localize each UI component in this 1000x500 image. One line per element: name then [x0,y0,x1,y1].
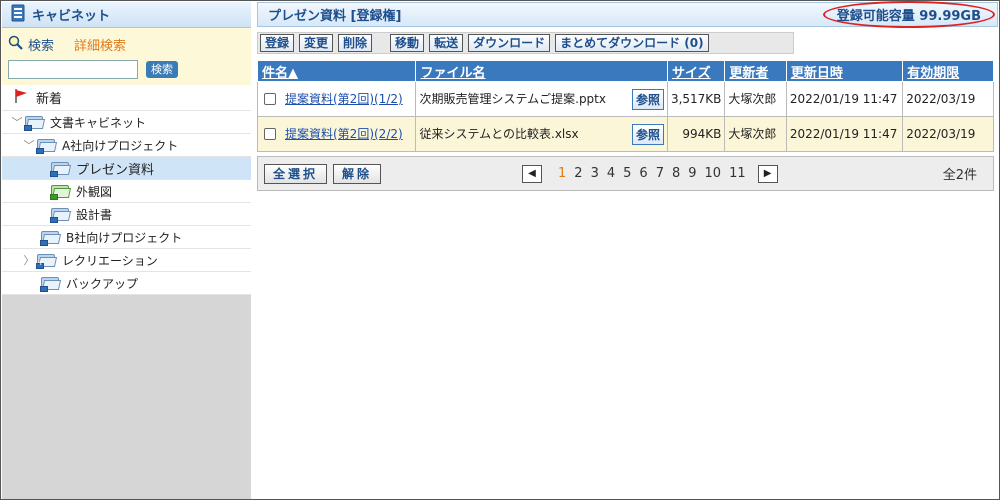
subject-link[interactable]: 提案資料(第2回)(1/2) [285,92,403,106]
folder-icon [50,182,72,200]
next-page-icon[interactable]: ▶ [757,164,778,183]
expiry-date: 2022/03/19 [902,81,994,117]
col-filename[interactable]: ファイル名 [415,60,668,82]
chevron-right-icon[interactable]: 〉 [22,252,36,268]
tree-item-label: B社向けプロジェクト [66,230,183,245]
page-link[interactable]: 8 [672,166,680,181]
row-checkbox[interactable] [264,128,276,140]
table-header-row: 件名▲ ファイル名 サイズ 更新者 更新日時 有効期限 [256,60,994,82]
file-name: 従来システムとの比較表.xlsx [419,127,579,141]
page-link[interactable]: 11 [729,166,746,181]
file-size: 994KB [666,116,726,152]
col-size[interactable]: サイズ [666,60,726,82]
col-expiry[interactable]: 有効期限 [902,60,994,82]
page-link[interactable]: 5 [623,166,631,181]
page-link[interactable]: 2 [574,166,582,181]
page-link[interactable]: 6 [639,166,647,181]
page-link[interactable]: 10 [705,166,722,181]
pager: 全選択 解除 ◀ 1 2 3 4 5 6 7 8 9 10 11 ▶ 全2件 [257,156,994,191]
folder-icon [50,205,72,223]
file-name: 次期販売管理システムご提案.pptx [419,92,606,106]
tree-item-backup[interactable]: バックアップ [2,272,251,295]
tree-item-presentation[interactable]: プレゼン資料 [2,157,251,180]
page-link[interactable]: 9 [688,166,696,181]
download-button[interactable]: ダウンロード [468,34,551,52]
window: キャビネット 検索 詳細検索 検索 新着 ﹀ 文書キャビネット ﹀ A社向けプロ… [0,0,1000,500]
bulk-download-button[interactable]: まとめてダウンロード (0) [555,34,709,52]
updated-at: 2022/01/19 11:47 [785,81,904,117]
col-subject[interactable]: 件名▲ [256,60,417,82]
cabinet-title: キャビネット [32,9,111,24]
folder-icon [50,159,72,177]
cabinet-icon [10,4,26,25]
cabinet-header: キャビネット [2,2,251,28]
select-all-button[interactable]: 全選択 [264,163,328,184]
register-button[interactable]: 登録 [260,34,295,52]
search-area: 検索 詳細検索 検索 [2,28,251,85]
folder-icon [40,228,62,246]
chevron-down-icon[interactable]: ﹀ [10,114,24,130]
table-row: 提案資料(第2回)(2/2) 従来システムとの比較表.xlsx 参照 994KB… [256,116,994,152]
search-button[interactable]: 検索 [146,61,178,78]
tree-item-label: 文書キャビネット [50,115,147,130]
flag-icon [14,88,28,107]
row-checkbox[interactable] [264,93,276,105]
col-updater[interactable]: 更新者 [724,60,787,82]
tree-item-recreation[interactable]: 〉 レクリエーション [2,249,251,272]
prev-page-icon[interactable]: ◀ [522,164,542,183]
toolbar: 登録 変更 削除 移動 転送 ダウンロード まとめてダウンロード (0) [257,32,794,54]
updated-at: 2022/01/19 11:47 [785,116,904,152]
capacity-label: 登録可能容量 99.99GB [822,1,995,28]
tree-item-label: 設計書 [76,207,113,222]
file-size: 3,517KB [666,81,726,117]
view-button[interactable]: 参照 [631,123,664,145]
subject-link[interactable]: 提案資料(第2回)(2/2) [285,127,403,141]
tree-item-b-project[interactable]: B社向けプロジェクト [2,226,251,249]
main-panel: プレゼン資料 [登録権] 登録可能容量 99.99GB 登録 変更 削除 移動 … [256,1,998,191]
updater: 大塚次郎 [724,116,787,152]
tree-item-exterior[interactable]: 外観図 [2,180,251,203]
sidebar: キャビネット 検索 詳細検索 検索 新着 ﹀ 文書キャビネット ﹀ A社向けプロ… [2,2,251,499]
folder-icon [24,113,46,131]
col-updated[interactable]: 更新日時 [785,60,904,82]
folder-icon [40,274,62,292]
total-count: 全2件 [942,168,977,183]
tree-item-design[interactable]: 設計書 [2,203,251,226]
advanced-search-link[interactable]: 詳細検索 [74,35,126,54]
transfer-button[interactable]: 転送 [429,34,464,52]
updater: 大塚次郎 [724,81,787,117]
expiry-date: 2022/03/19 [902,116,994,152]
page-title: プレゼン資料 [登録権] [268,9,402,24]
view-button[interactable]: 参照 [631,88,664,110]
modify-button[interactable]: 変更 [299,34,334,52]
folder-tree: 新着 ﹀ 文書キャビネット ﹀ A社向けプロジェクト プレゼン資料 外観図 設計… [2,85,251,295]
tree-item-a-project[interactable]: ﹀ A社向けプロジェクト [2,134,251,157]
delete-button[interactable]: 削除 [338,34,373,52]
page-link[interactable]: 4 [607,166,615,181]
page-link[interactable]: 3 [591,166,599,181]
page-numbers: ◀ 1 2 3 4 5 6 7 8 9 10 11 ▶ [522,164,778,183]
tree-item-label: プレゼン資料 [76,162,155,178]
tree-item-label: レクリエーション [62,253,158,268]
tree-item-document-cabinet[interactable]: ﹀ 文書キャビネット [2,111,251,134]
tree-item-label: 外観図 [76,184,113,199]
new-label: 新着 [36,92,63,107]
page-link[interactable]: 7 [656,166,664,181]
chevron-down-icon[interactable]: ﹀ [22,137,36,153]
move-button[interactable]: 移動 [390,34,425,52]
folder-icon [36,136,58,154]
tree-item-label: バックアップ [66,276,139,291]
search-icon[interactable] [8,35,24,54]
tree-item-new[interactable]: 新着 [2,85,251,111]
page-link[interactable]: 1 [558,166,566,181]
folder-icon [36,251,58,269]
tree-item-label: A社向けプロジェクト [62,138,179,153]
clear-selection-button[interactable]: 解除 [333,163,382,184]
search-link[interactable]: 検索 [28,35,54,54]
table-row: 提案資料(第2回)(1/2) 次期販売管理システムご提案.pptx 参照 3,5… [256,81,994,117]
search-input[interactable] [8,60,138,79]
file-table: 件名▲ ファイル名 サイズ 更新者 更新日時 有効期限 提案資料(第2回)(1/… [256,60,994,152]
page-header: プレゼン資料 [登録権] 登録可能容量 99.99GB [257,1,998,28]
